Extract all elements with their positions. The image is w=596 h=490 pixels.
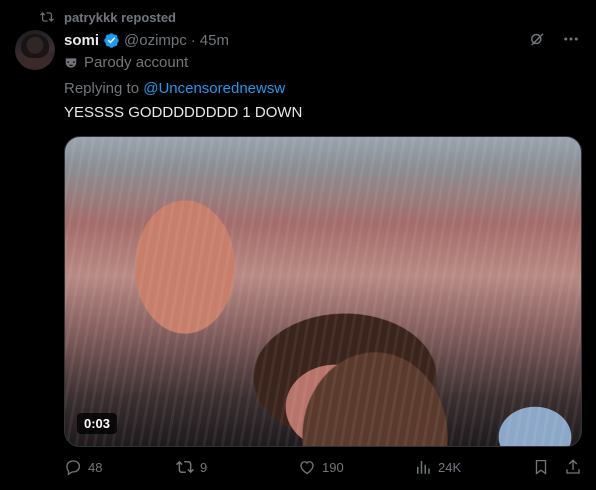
parody-label: Parody account [64, 54, 188, 71]
avatar[interactable] [15, 30, 55, 70]
tweet-header: somi @ozimpc · 45m [64, 30, 229, 50]
repost-icon [176, 460, 194, 474]
repost-icon [40, 12, 54, 22]
more-options-icon[interactable] [562, 30, 580, 48]
like-button[interactable]: 190 [298, 458, 344, 476]
reply-button[interactable]: 48 [64, 458, 102, 476]
bookmark-button[interactable] [532, 458, 550, 476]
video-duration: 0:03 [77, 413, 118, 434]
verified-badge-icon[interactable] [103, 32, 120, 49]
author-handle[interactable]: @ozimpc [124, 32, 187, 49]
parody-label-text: Parody account [84, 54, 189, 71]
analytics-icon [417, 461, 430, 474]
like-count: 190 [322, 459, 344, 475]
author-name[interactable]: somi [64, 32, 99, 49]
repost-count: 9 [200, 459, 208, 475]
header-actions [528, 30, 580, 48]
share-button[interactable] [564, 458, 582, 476]
grok-icon[interactable] [528, 30, 546, 48]
reply-mention-link[interactable]: @Uncensorednewsw [143, 80, 285, 97]
heart-icon [300, 461, 314, 475]
timestamp[interactable]: 45m [200, 32, 229, 49]
reply-icon [66, 460, 81, 476]
tweet-text: YESSSS GODDDDDDDD 1 DOWN [64, 104, 303, 121]
mask-icon [65, 57, 77, 68]
action-bar: 48 9 190 24K [64, 458, 584, 480]
separator-dot: · [190, 31, 196, 49]
repost-button[interactable]: 9 [176, 458, 207, 476]
views-button[interactable]: 24K [414, 458, 461, 476]
bookmark-icon [535, 459, 547, 475]
reply-count: 48 [88, 459, 103, 475]
video-player[interactable]: 0:03 [64, 136, 582, 447]
share-icon [566, 459, 580, 474]
view-count: 24K [438, 459, 462, 475]
replying-prefix: Replying to [64, 80, 144, 97]
repost-indicator[interactable]: patrykkk reposted [40, 8, 176, 26]
replying-to: Replying to @Uncensorednewsw [64, 80, 285, 97]
repost-text: patrykkk reposted [64, 9, 176, 25]
